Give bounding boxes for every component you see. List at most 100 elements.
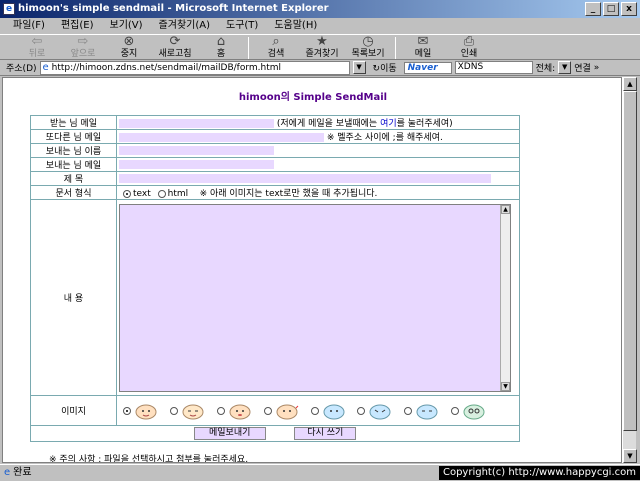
- scroll-down-arrow-icon[interactable]: ▼: [501, 381, 510, 391]
- toolbar-divider: [248, 37, 249, 59]
- links-chevron-icon[interactable]: »: [594, 63, 600, 73]
- image-label: 이미지: [30, 395, 117, 426]
- refresh-button[interactable]: ⟳ 새로고침: [152, 35, 198, 61]
- emoticon-radio-5[interactable]: [310, 406, 319, 415]
- menu-file[interactable]: 파일(F): [10, 18, 48, 34]
- links-label[interactable]: 연결: [574, 61, 591, 74]
- to-mail-input[interactable]: [119, 119, 274, 128]
- emoticon-radio-3[interactable]: [216, 406, 225, 415]
- format-label: 문서 형식: [30, 185, 117, 200]
- address-url: http://himoon.zdns.net/sendmail/mailDB/f…: [51, 62, 282, 73]
- page-scrollbar[interactable]: ▲ ▼: [622, 77, 637, 463]
- format-note: ※ 아래 이미지는 text로만 했을 때 추가됩니다.: [199, 189, 378, 199]
- subject-label: 제 목: [30, 171, 117, 186]
- emoticon-face-icon: [416, 404, 438, 419]
- page-icon: e: [42, 62, 49, 73]
- forward-arrow-icon: ⇨: [77, 34, 89, 49]
- menu-bar: 파일(F) 편집(E) 보기(V) 즐겨찾기(A) 도구(T) 도움말(H): [0, 18, 640, 34]
- here-link[interactable]: 여기: [380, 119, 397, 129]
- menu-help[interactable]: 도움말(H): [271, 18, 320, 34]
- search-scope-dropdown[interactable]: ▼: [558, 61, 572, 74]
- emoticon-face-icon: [229, 404, 251, 419]
- go-button[interactable]: ↻이동: [369, 61, 401, 74]
- sender-mail-input[interactable]: [119, 159, 274, 169]
- emoticon-face-icon: [369, 404, 391, 419]
- stop-icon: ⊗: [123, 34, 135, 49]
- back-button[interactable]: ⇦ 뒤로: [14, 35, 60, 61]
- textarea-scrollbar[interactable]: ▲ ▼: [500, 204, 510, 391]
- sender-name-label: 보내는 님 이름: [30, 143, 117, 158]
- favorites-icon: ★: [316, 34, 328, 49]
- page-title: himoon의 Simple SendMail: [238, 92, 388, 103]
- scroll-up-arrow-icon[interactable]: ▲: [501, 204, 510, 214]
- menu-view[interactable]: 보기(V): [107, 18, 146, 34]
- maximize-button[interactable]: □: [603, 2, 619, 16]
- emoticon-radio-7[interactable]: [404, 406, 413, 415]
- refresh-icon: ⟳: [169, 34, 181, 49]
- page-content: himoon의 Simple SendMail 받는 님 메일 (저에게 메일을…: [2, 77, 622, 463]
- menu-edit[interactable]: 편집(E): [58, 18, 97, 34]
- favorites-button[interactable]: ★ 즐겨찾기: [299, 35, 345, 61]
- format-radio-text[interactable]: [123, 189, 131, 198]
- search-scope-label: 전체:: [535, 64, 556, 74]
- format-radio-html[interactable]: [157, 189, 166, 198]
- emoticon-face-icon: [182, 404, 204, 419]
- emoticon-radio-6[interactable]: [357, 406, 366, 415]
- search-icon: ⌕: [272, 34, 280, 49]
- close-button[interactable]: x: [621, 2, 637, 16]
- search-button[interactable]: ⌕ 검색: [253, 35, 299, 61]
- copyright-banner: Copyright(c) http://www.happycgi.com: [438, 466, 640, 480]
- body-textarea[interactable]: ▲ ▼: [119, 203, 511, 392]
- history-button[interactable]: ◷ 목록보기: [345, 35, 391, 61]
- address-input[interactable]: e http://himoon.zdns.net/sendmail/mailDB…: [39, 60, 350, 75]
- status-text: 완료: [13, 467, 32, 478]
- address-bar: 주소(D) e http://himoon.zdns.net/sendmail/…: [0, 60, 640, 76]
- status-page-icon: e: [4, 467, 11, 478]
- other-mail-input[interactable]: [119, 133, 324, 142]
- window-title-bar: e himoon's simple sendmail - Microsoft I…: [0, 0, 640, 18]
- to-label: 받는 님 메일: [30, 115, 117, 130]
- naver-logo: Naver: [403, 61, 452, 74]
- footnote: ※ 주의 사항 : 파일을 선택하시고 첨부를 눌러주세요.: [49, 455, 249, 463]
- reset-button[interactable]: 다시 쓰기: [294, 427, 357, 440]
- sender-mail-label: 보내는 님 메일: [30, 157, 117, 172]
- emoticon-radio-4[interactable]: [263, 406, 272, 415]
- menu-tools[interactable]: 도구(T): [223, 18, 261, 34]
- address-dropdown-button[interactable]: ▼: [352, 61, 366, 74]
- subject-input[interactable]: [119, 173, 491, 183]
- format-option-text: text: [133, 189, 151, 199]
- body-label: 내 용: [30, 199, 117, 396]
- minimize-button[interactable]: _: [585, 2, 601, 16]
- history-icon: ◷: [362, 34, 374, 49]
- print-icon: ⎙: [463, 34, 475, 49]
- emoticon-face-icon: [135, 404, 157, 419]
- emoticon-face-icon: [463, 404, 485, 419]
- emoticon-face-icon: [323, 404, 344, 419]
- print-button[interactable]: ⎙ 인쇄: [446, 35, 492, 61]
- mail-icon: ✉: [417, 34, 429, 49]
- window-title: himoon's simple sendmail - Microsoft Int…: [18, 3, 329, 14]
- menu-favorites[interactable]: 즐겨찾기(A): [156, 18, 213, 34]
- mail-form: 받는 님 메일 (저에게 메일을 보낼때에는 여기를 눌러주세여) 또다른 님 …: [30, 115, 520, 442]
- send-mail-button[interactable]: 메일보내기: [193, 427, 266, 440]
- sender-name-input[interactable]: [119, 145, 274, 155]
- forward-button[interactable]: ⇨ 앞으로: [60, 35, 106, 61]
- scroll-up-icon[interactable]: ▲: [623, 77, 637, 91]
- emoticon-radio-1[interactable]: [123, 406, 131, 415]
- address-label: 주소(D): [6, 64, 37, 74]
- to-note: (저에게 메일을 보낼때에는 여기를 눌러주세여): [276, 119, 453, 129]
- search-box[interactable]: XDNS: [454, 61, 533, 74]
- scroll-thumb[interactable]: [623, 91, 637, 431]
- home-icon: ⌂: [216, 34, 226, 49]
- toolbar: ⇦ 뒤로 ⇨ 앞으로 ⊗ 중지 ⟳ 새로고침 ⌂ 홈 ⌕ 검색 ★ 즐겨찾기 ◷ 목록보기 ✉ 메…: [0, 34, 640, 60]
- toolbar-divider: [395, 37, 396, 59]
- scroll-down-icon[interactable]: ▼: [623, 449, 637, 463]
- home-button[interactable]: ⌂ 홈: [198, 35, 244, 61]
- emoticon-radio-2[interactable]: [169, 406, 178, 415]
- stop-button[interactable]: ⊗ 중지: [106, 35, 152, 61]
- mail-button[interactable]: ✉ 메일: [400, 35, 446, 61]
- emoticon-radio-8[interactable]: [451, 406, 460, 415]
- go-icon: ↻: [372, 64, 381, 74]
- format-option-html: html: [167, 189, 189, 199]
- other-mail-label: 또다른 님 메일: [30, 129, 117, 144]
